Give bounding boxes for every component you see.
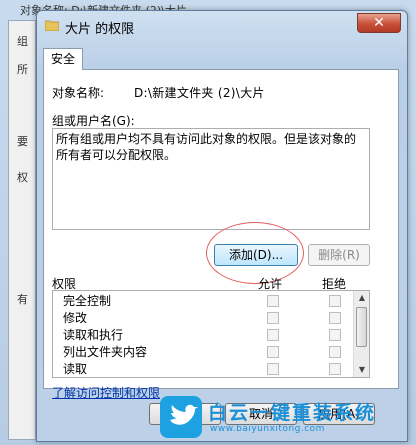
deny-checkbox[interactable] <box>329 363 341 375</box>
deny-checkbox[interactable] <box>329 295 341 307</box>
permission-name: 修改 <box>63 311 88 325</box>
background-char: 所 <box>17 63 28 76</box>
permission-row: 读取 <box>53 361 353 377</box>
watermark-url: www.baiyunxitong.com <box>210 424 325 434</box>
bird-logo-icon <box>160 396 202 438</box>
dialog-title: 大片 的权限 <box>65 22 135 37</box>
title-bar[interactable]: 大片 的权限 ✕ <box>37 11 407 41</box>
background-char: 有 <box>17 293 28 306</box>
deny-checkbox[interactable] <box>329 312 341 324</box>
watermark-title: 白云一键重装系统 <box>208 402 377 424</box>
permission-name: 读取和执行 <box>63 328 124 342</box>
security-panel: 对象名称: D:\新建文件夹 (2)\大片 组或用户名(G): 所有组或用户均不… <box>43 69 399 400</box>
folder-icon <box>45 20 59 31</box>
deny-checkbox[interactable] <box>329 346 341 358</box>
groups-empty-message: 所有组或用户均不具有访问此对象的权限。但是该对象的所有者可以分配权限。 <box>56 132 357 162</box>
remove-button[interactable]: 删除(R) <box>308 244 370 266</box>
object-name-label: 对象名称: <box>52 86 105 100</box>
permissions-list: 完全控制 修改 读取和执行 列出文件夹内容 读取 ▲ ▼ <box>52 290 370 378</box>
allow-checkbox[interactable] <box>267 295 279 307</box>
background-window-panel: 组 所 要 权 有 <box>8 20 36 440</box>
permission-name: 完全控制 <box>63 294 112 308</box>
deny-checkbox[interactable] <box>329 329 341 341</box>
scroll-down-arrow-icon[interactable]: ▼ <box>354 363 369 377</box>
learn-access-control-link[interactable]: 了解访问控制和权限 <box>52 384 160 401</box>
permissions-scrollbar[interactable]: ▲ ▼ <box>353 291 369 377</box>
allow-checkbox[interactable] <box>267 346 279 358</box>
object-name-value: D:\新建文件夹 (2)\大片 <box>134 86 265 100</box>
allow-checkbox[interactable] <box>267 312 279 324</box>
tab-security[interactable]: 安全 <box>43 48 83 70</box>
permission-row: 修改 <box>53 310 353 326</box>
watermark: 白云一键重装系统 www.baiyunxitong.com <box>160 396 406 440</box>
groups-list[interactable]: 所有组或用户均不具有访问此对象的权限。但是该对象的所有者可以分配权限。 <box>52 128 370 230</box>
add-button[interactable]: 添加(D)... <box>214 244 298 266</box>
background-char: 要 <box>17 135 28 148</box>
background-char: 权 <box>17 171 28 184</box>
permission-name: 读取 <box>63 362 88 376</box>
allow-checkbox[interactable] <box>267 329 279 341</box>
allow-checkbox[interactable] <box>267 363 279 375</box>
permission-row: 完全控制 <box>53 293 353 309</box>
close-button[interactable]: ✕ <box>357 13 401 33</box>
background-char: 组 <box>17 35 28 48</box>
scroll-thumb[interactable] <box>356 307 367 347</box>
permission-name: 列出文件夹内容 <box>63 345 148 359</box>
permission-row: 列出文件夹内容 <box>53 344 353 360</box>
scroll-up-arrow-icon[interactable]: ▲ <box>354 291 369 305</box>
groups-label: 组或用户名(G): <box>52 114 135 128</box>
permissions-dialog: 大片 的权限 ✕ 安全 对象名称: D:\新建文件夹 (2)\大片 组或用户名(… <box>36 10 408 442</box>
permission-row: 读取和执行 <box>53 327 353 343</box>
